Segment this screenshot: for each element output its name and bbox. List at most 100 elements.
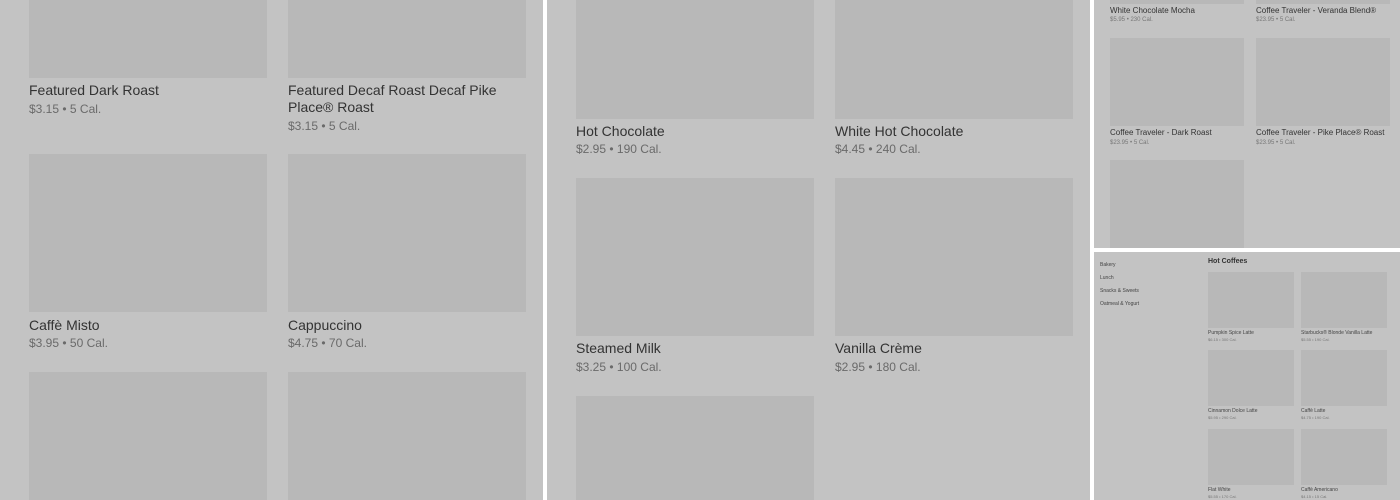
item-price: $4.15 xyxy=(1301,494,1312,499)
separator: • xyxy=(609,360,614,374)
item-name[interactable]: Featured Dark Roast xyxy=(29,82,159,99)
separator: • xyxy=(609,142,614,156)
sidebar-item-snacks[interactable]: Snacks & Sweets xyxy=(1100,288,1139,294)
sidebar-item-bakery[interactable]: Bakery xyxy=(1100,262,1116,268)
menu-panel-1: Featured Dark Roast $3.15 • 5 Cal. Featu… xyxy=(0,0,543,500)
item-calories: 290 Cal. xyxy=(1221,415,1237,420)
item-image[interactable] xyxy=(29,0,267,78)
item-image[interactable] xyxy=(835,178,1073,336)
item-image[interactable] xyxy=(1301,350,1387,406)
item-price: $23.95 xyxy=(1256,17,1275,23)
item-meta: $23.95 • 5 Cal. xyxy=(1110,140,1150,146)
item-calories: 5 Cal. xyxy=(1279,140,1296,146)
item-name[interactable]: Caffè Misto xyxy=(29,317,100,334)
item-price: $2.95 xyxy=(835,360,866,374)
item-image[interactable] xyxy=(1208,350,1294,406)
item-image[interactable] xyxy=(1301,272,1387,328)
item-meta: $4.75 • 190 Cal. xyxy=(1301,415,1330,420)
item-meta: $23.95 • 5 Cal. xyxy=(1256,17,1296,23)
item-price: $6.15 xyxy=(1208,337,1219,342)
item-name[interactable]: Cappuccino xyxy=(288,317,362,334)
item-image[interactable] xyxy=(1208,272,1294,328)
separator: • xyxy=(1219,415,1221,420)
item-image[interactable] xyxy=(29,372,267,500)
item-price: $5.95 xyxy=(1110,17,1126,23)
item-calories: 300 Cal. xyxy=(1221,337,1237,342)
item-meta: $5.55 • 170 Cal. xyxy=(1208,494,1237,499)
item-name[interactable]: Coffee Traveler - Pike Place® Roast xyxy=(1256,128,1384,137)
separator: • xyxy=(1312,494,1314,499)
item-meta: $6.15 • 300 Cal. xyxy=(1208,337,1237,342)
item-name[interactable]: Coffee Traveler - Veranda Blend® xyxy=(1256,6,1376,15)
item-price: $23.95 xyxy=(1110,140,1129,146)
item-name[interactable]: Steamed Milk xyxy=(576,340,661,357)
item-image[interactable] xyxy=(1110,38,1244,126)
item-price: $3.95 xyxy=(29,336,60,350)
separator: • xyxy=(1130,140,1133,146)
item-calories: 70 Cal. xyxy=(328,336,367,350)
item-image[interactable] xyxy=(1256,0,1390,4)
item-meta: $5.95 • 230 Cal. xyxy=(1110,17,1153,23)
item-image[interactable] xyxy=(576,396,814,500)
sidebar-item-oatmeal[interactable]: Oatmeal & Yogurt xyxy=(1100,301,1139,307)
separator: • xyxy=(321,336,326,350)
menu-panel-2: Hot Chocolate $2.95 • 190 Cal. White Hot… xyxy=(547,0,1090,500)
separator: • xyxy=(321,119,326,133)
separator: • xyxy=(62,336,67,350)
item-meta: $3.15 • 5 Cal. xyxy=(29,102,101,116)
item-image[interactable] xyxy=(288,0,526,78)
item-name[interactable]: Caffè Americano xyxy=(1301,487,1338,493)
separator: • xyxy=(1219,337,1221,342)
item-price: $5.95 xyxy=(1208,415,1219,420)
sidebar-item-lunch[interactable]: Lunch xyxy=(1100,275,1114,281)
item-name[interactable]: White Chocolate Mocha xyxy=(1110,6,1195,15)
separator: • xyxy=(62,102,67,116)
item-calories: 190 Cal. xyxy=(1314,337,1330,342)
item-calories: 230 Cal. xyxy=(1130,17,1153,23)
item-name[interactable]: Coffee Traveler - Dark Roast xyxy=(1110,128,1212,137)
item-price: $3.15 xyxy=(29,102,60,116)
separator: • xyxy=(868,142,873,156)
item-name[interactable]: Cinnamon Dolce Latte xyxy=(1208,408,1257,414)
item-calories: 5 Cal. xyxy=(69,102,102,116)
item-name[interactable]: Vanilla Crème xyxy=(835,340,922,357)
item-image[interactable] xyxy=(576,178,814,336)
item-image[interactable] xyxy=(288,372,526,500)
item-name[interactable]: White Hot Chocolate xyxy=(835,123,963,140)
item-image[interactable] xyxy=(29,154,267,312)
item-name[interactable]: Featured Decaf Roast Decaf Pike Place® R… xyxy=(288,82,523,116)
item-price: $4.45 xyxy=(835,142,866,156)
item-meta: $5.55 • 190 Cal. xyxy=(1301,337,1330,342)
item-meta: $4.45 • 240 Cal. xyxy=(835,142,921,156)
item-calories: 5 Cal. xyxy=(328,119,361,133)
item-image[interactable] xyxy=(288,154,526,312)
item-calories: 190 Cal. xyxy=(616,142,662,156)
item-name[interactable]: Hot Chocolate xyxy=(576,123,665,140)
item-calories: 5 Cal. xyxy=(1279,17,1296,23)
menu-panel-4: Bakery Lunch Snacks & Sweets Oatmeal & Y… xyxy=(1094,252,1400,500)
separator: • xyxy=(868,360,873,374)
item-name[interactable]: Flat White xyxy=(1208,487,1231,493)
item-meta: $4.15 • 15 Cal. xyxy=(1301,494,1327,499)
item-meta: $5.95 • 290 Cal. xyxy=(1208,415,1237,420)
item-image[interactable] xyxy=(1301,429,1387,485)
item-meta: $2.95 • 190 Cal. xyxy=(576,142,662,156)
item-name[interactable]: Pumpkin Spice Latte xyxy=(1208,330,1254,336)
item-name[interactable]: Starbucks® Blonde Vanilla Latte xyxy=(1301,330,1372,336)
item-price: $3.15 xyxy=(288,119,319,133)
item-image[interactable] xyxy=(576,0,814,119)
item-image[interactable] xyxy=(1256,38,1390,126)
item-meta: $2.95 • 180 Cal. xyxy=(835,360,921,374)
item-image[interactable] xyxy=(1208,429,1294,485)
item-calories: 50 Cal. xyxy=(69,336,108,350)
item-calories: 5 Cal. xyxy=(1133,140,1150,146)
item-name[interactable]: Caffè Latte xyxy=(1301,408,1325,414)
separator: • xyxy=(1276,17,1279,23)
item-image[interactable] xyxy=(1110,160,1244,248)
item-image[interactable] xyxy=(835,0,1073,119)
item-price: $5.55 xyxy=(1208,494,1219,499)
item-calories: 170 Cal. xyxy=(1221,494,1237,499)
item-price: $23.95 xyxy=(1256,140,1275,146)
item-meta: $3.15 • 5 Cal. xyxy=(288,119,360,133)
item-image[interactable] xyxy=(1110,0,1244,4)
